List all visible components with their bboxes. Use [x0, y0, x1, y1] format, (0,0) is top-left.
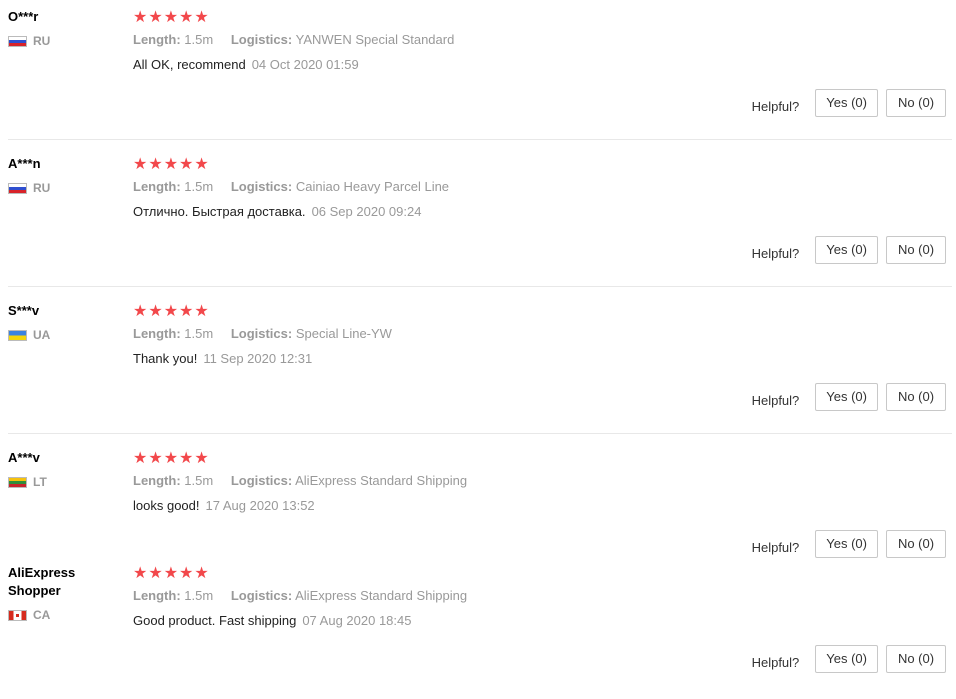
reviewer-name: S***v: [8, 303, 40, 318]
helpful-section: Helpful? Yes (0) No (0): [752, 89, 946, 117]
review-date: 11 Sep 2020 12:31: [203, 351, 313, 366]
reviewer-info: A***n RU: [8, 155, 118, 195]
country-code: CA: [33, 608, 51, 622]
review-date: 17 Aug 2020 13:52: [205, 498, 315, 513]
review-date: 06 Sep 2020 09:24: [311, 204, 422, 219]
review-text: looks good!: [133, 498, 200, 513]
reviewer-info: A***v LT: [8, 449, 118, 489]
helpful-yes-button[interactable]: Yes (0): [815, 236, 878, 264]
canada-flag-icon: [8, 609, 27, 621]
reviewer-country: CA: [8, 608, 50, 622]
helpful-no-button[interactable]: No (0): [886, 236, 946, 264]
helpful-label: Helpful?: [751, 245, 800, 261]
country-code: LT: [33, 475, 47, 489]
logistics-value: YANWEN Special Standard: [295, 32, 455, 47]
helpful-label: Helpful?: [751, 539, 800, 555]
reviewer-country: RU: [8, 34, 50, 48]
review-date: 04 Oct 2020 01:59: [251, 57, 359, 72]
helpful-section: Helpful? Yes (0) No (0): [752, 383, 946, 411]
length-value: 1.5m: [184, 179, 214, 194]
rating-stars: ★★★★★: [133, 563, 210, 582]
lithuania-flag-icon: [8, 476, 27, 488]
length-value: 1.5m: [184, 32, 214, 47]
russia-flag-icon: [8, 35, 27, 47]
reviewer-country: UA: [8, 328, 50, 342]
review-text: Thank you!: [133, 351, 198, 366]
review-item: S***v UA ★★★★★ Length: 1.5m Logistics: S…: [0, 302, 956, 433]
country-code: RU: [33, 34, 51, 48]
helpful-label: Helpful?: [751, 392, 800, 408]
review-attributes: Length: 1.5m Logistics: AliExpress Stand…: [133, 473, 467, 488]
helpful-no-button[interactable]: No (0): [886, 89, 946, 117]
rating-stars: ★★★★★: [133, 154, 210, 173]
length-label: Length:: [133, 473, 181, 488]
rating-stars: ★★★★★: [133, 7, 210, 26]
country-code: UA: [33, 328, 51, 342]
logistics-label: Logistics:: [230, 588, 293, 603]
review-content: Отлично. Быстрая доставка. 06 Sep 2020 09…: [133, 204, 421, 219]
review-item: O***r RU ★★★★★ Length: 1.5m Logistics: Y…: [0, 8, 956, 139]
logistics-value: AliExpress Standard Shipping: [295, 473, 468, 488]
rating-stars: ★★★★★: [133, 448, 210, 467]
review-text: Good product. Fast shipping: [133, 613, 297, 628]
logistics-value: AliExpress Standard Shipping: [295, 588, 468, 603]
length-value: 1.5m: [184, 473, 214, 488]
logistics-label: Logistics:: [230, 179, 293, 194]
helpful-yes-button[interactable]: Yes (0): [815, 383, 878, 411]
review-content: Thank you! 11 Sep 2020 12:31: [133, 351, 312, 366]
helpful-yes-button[interactable]: Yes (0): [815, 530, 878, 558]
length-label: Length:: [133, 326, 181, 341]
review-attributes: Length: 1.5m Logistics: YANWEN Special S…: [133, 32, 454, 47]
ukraine-flag-icon: [8, 329, 27, 341]
length-value: 1.5m: [184, 588, 214, 603]
reviewer-country: RU: [8, 181, 50, 195]
helpful-section: Helpful? Yes (0) No (0): [752, 236, 946, 264]
reviewer-info: O***r RU: [8, 8, 118, 48]
length-label: Length:: [133, 179, 181, 194]
review-divider: [8, 139, 952, 140]
reviewer-name: A***n: [8, 156, 41, 171]
helpful-no-button[interactable]: No (0): [886, 645, 946, 673]
review-attributes: Length: 1.5m Logistics: Cainiao Heavy Pa…: [133, 179, 449, 194]
reviewer-name: AliExpress Shopper: [8, 565, 76, 598]
length-label: Length:: [133, 588, 181, 603]
review-attributes: Length: 1.5m Logistics: AliExpress Stand…: [133, 588, 467, 603]
review-date: 07 Aug 2020 18:45: [302, 613, 412, 628]
reviewer-info: AliExpress Shopper CA: [8, 564, 118, 622]
review-content: looks good! 17 Aug 2020 13:52: [133, 498, 315, 513]
country-code: RU: [33, 181, 51, 195]
russia-flag-icon: [8, 182, 27, 194]
logistics-label: Logistics:: [230, 473, 293, 488]
rating-stars: ★★★★★: [133, 301, 210, 320]
reviewer-name: O***r: [8, 9, 39, 24]
helpful-yes-button[interactable]: Yes (0): [815, 645, 878, 673]
review-attributes: Length: 1.5m Logistics: Special Line-YW: [133, 326, 392, 341]
reviewer-country: LT: [8, 475, 47, 489]
review-content: Good product. Fast shipping 07 Aug 2020 1…: [133, 613, 412, 628]
helpful-section: Helpful? Yes (0) No (0): [752, 645, 946, 673]
helpful-label: Helpful?: [751, 98, 800, 114]
helpful-no-button[interactable]: No (0): [886, 383, 946, 411]
helpful-label: Helpful?: [751, 654, 800, 670]
review-item: AliExpress Shopper CA ★★★★★ Length: 1.5m…: [0, 564, 956, 694]
logistics-label: Logistics:: [230, 32, 293, 47]
review-divider: [8, 286, 952, 287]
logistics-label: Logistics:: [230, 326, 293, 341]
helpful-no-button[interactable]: No (0): [886, 530, 946, 558]
review-item: A***v LT ★★★★★ Length: 1.5m Logistics: A…: [0, 448, 956, 558]
review-text: All OK, recommend: [133, 57, 246, 72]
review-item: A***n RU ★★★★★ Length: 1.5m Logistics: C…: [0, 155, 956, 286]
logistics-value: Special Line-YW: [295, 326, 392, 341]
logistics-value: Cainiao Heavy Parcel Line: [295, 179, 450, 194]
length-value: 1.5m: [184, 326, 214, 341]
reviewer-name: A***v: [8, 450, 40, 465]
review-divider: [8, 433, 952, 434]
reviewer-info: S***v UA: [8, 302, 118, 342]
helpful-yes-button[interactable]: Yes (0): [815, 89, 878, 117]
length-label: Length:: [133, 32, 181, 47]
review-content: All OK, recommend 04 Oct 2020 01:59: [133, 57, 359, 72]
helpful-section: Helpful? Yes (0) No (0): [752, 530, 946, 558]
review-text: Отлично. Быстрая доставка.: [133, 204, 306, 219]
